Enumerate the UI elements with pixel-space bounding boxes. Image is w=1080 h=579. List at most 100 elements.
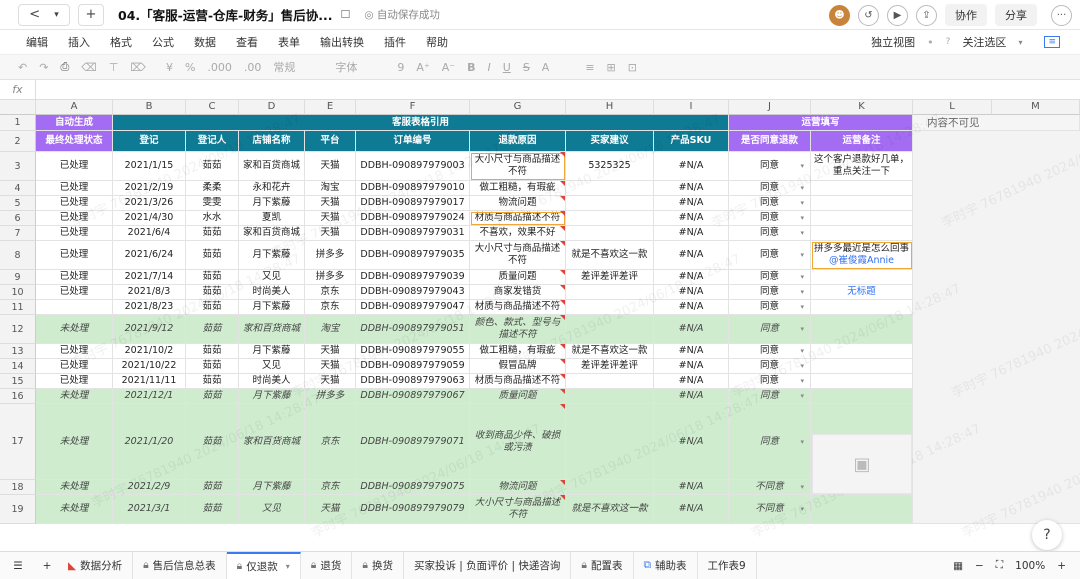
column-header[interactable]: E (305, 100, 356, 115)
table-cell[interactable]: 就是不喜欢这一款 (566, 495, 654, 524)
table-cell[interactable]: 茹茹 (186, 374, 239, 389)
column-header[interactable]: C (186, 100, 239, 115)
table-cell[interactable]: 2021/8/3 (113, 285, 186, 300)
paint-format-icon[interactable]: ⊤ (109, 61, 119, 74)
table-cell[interactable]: 大小尺寸与商品描述不符 (470, 241, 566, 270)
print-icon[interactable]: ⎙ (60, 60, 69, 74)
table-cell[interactable]: 京东 (305, 300, 356, 315)
table-cell[interactable]: #N/A (654, 344, 729, 359)
column-header[interactable]: J (729, 100, 811, 115)
undo-icon[interactable]: ↶ (18, 61, 27, 74)
menu-help[interactable]: 帮助 (426, 34, 448, 50)
table-cell[interactable]: 已处理 (36, 285, 113, 300)
fit-icon[interactable]: ⛶ (996, 559, 1003, 572)
table-cell[interactable]: 同意 ▾ (729, 226, 811, 241)
menu-convert[interactable]: 输出转换 (320, 34, 364, 50)
formula-input[interactable] (36, 80, 1080, 99)
table-cell[interactable]: 差评差评差评 (566, 270, 654, 285)
number-format-select[interactable]: 常规 (273, 59, 323, 75)
table-cell[interactable]: 月下紫藤 (239, 480, 305, 495)
row-header[interactable]: 16 (0, 389, 36, 404)
table-cell[interactable]: 夏凯 (239, 211, 305, 226)
align-icon[interactable]: ≡ (585, 61, 594, 74)
menu-edit[interactable]: 编辑 (26, 34, 48, 50)
table-cell[interactable] (566, 226, 654, 241)
help-button[interactable]: ? (1032, 520, 1062, 550)
table-cell[interactable]: 2021/3/1 (113, 495, 186, 524)
table-cell[interactable]: 淘宝 (305, 315, 356, 344)
currency-icon[interactable]: ¥ (166, 61, 173, 74)
italic-icon[interactable]: I (488, 61, 491, 74)
table-cell[interactable]: 又见 (239, 495, 305, 524)
table-cell[interactable]: 质量问题 (470, 389, 566, 404)
menu-insert[interactable]: 插入 (68, 34, 90, 50)
row-header[interactable]: 10 (0, 285, 36, 300)
table-cell[interactable]: DDBH-090897979035 (356, 241, 470, 270)
table-cell[interactable]: 茹茹 (186, 359, 239, 374)
view-mode-icon[interactable]: ▦ (953, 560, 963, 572)
more-button[interactable]: ··· (1051, 4, 1072, 26)
dropdown-arrow-icon[interactable]: ▾ (800, 212, 804, 224)
tab-config[interactable]: 🔒︎ 配置表 (571, 551, 634, 579)
table-cell[interactable]: DDBH-090897979067 (356, 389, 470, 404)
table-cell[interactable] (566, 211, 654, 226)
history-icon[interactable]: ↺ (858, 4, 879, 26)
decimal-inc-icon[interactable]: .000 (207, 61, 232, 74)
table-cell[interactable]: 京东 (305, 404, 356, 480)
table-cell[interactable]: 就是不喜欢这一款 (566, 344, 654, 359)
bold-icon[interactable]: B (467, 61, 475, 74)
row-header[interactable]: 1 (0, 115, 36, 131)
dropdown-arrow-icon[interactable]: ▾ (800, 481, 804, 493)
eraser-icon[interactable]: ⌦ (130, 61, 146, 74)
dropdown-arrow-icon[interactable]: ▾ (800, 375, 804, 387)
table-cell[interactable] (811, 359, 913, 374)
table-cell[interactable]: 未处理 (36, 404, 113, 480)
table-cell[interactable]: 茹茹 (186, 495, 239, 524)
font-grow-icon[interactable]: A⁺ (416, 61, 429, 74)
column-header[interactable]: K (811, 100, 913, 115)
table-cell[interactable] (566, 389, 654, 404)
table-cell[interactable]: 同意 ▾ (729, 270, 811, 285)
table-cell[interactable] (566, 196, 654, 211)
table-cell[interactable]: 2021/7/14 (113, 270, 186, 285)
table-cell[interactable]: 茹茹 (186, 315, 239, 344)
clear-format-icon[interactable]: ⌫ (81, 61, 97, 74)
tab-sheet9[interactable]: 工作表9 (698, 551, 757, 579)
redo-icon[interactable]: ↷ (39, 61, 48, 74)
table-cell[interactable]: #N/A (654, 495, 729, 524)
table-cell[interactable]: 差评差评差评 (566, 359, 654, 374)
independent-view-toggle[interactable]: 独立视图 (871, 34, 915, 50)
table-cell[interactable]: #N/A (654, 374, 729, 389)
table-cell[interactable]: 京东 (305, 480, 356, 495)
table-cell[interactable] (811, 181, 913, 196)
table-cell[interactable]: 不同意 ▾ (729, 480, 811, 495)
menu-plugins[interactable]: 插件 (384, 34, 406, 50)
column-header[interactable]: M (992, 100, 1080, 115)
tab-complaints[interactable]: 买家投诉 | 负面评价 | 快递咨询 (404, 551, 572, 579)
table-cell[interactable]: #N/A (654, 359, 729, 374)
table-cell[interactable]: DDBH-090897979031 (356, 226, 470, 241)
dropdown-arrow-icon[interactable]: ▾ (800, 197, 804, 209)
row-header[interactable]: 2 (0, 131, 36, 152)
table-cell[interactable]: 已处理 (36, 374, 113, 389)
tab-exchange[interactable]: 🔒︎ 换货 (352, 551, 404, 579)
tab-after-sales-summary[interactable]: 🔒︎ 售后信息总表 (133, 551, 227, 579)
dropdown-arrow-icon[interactable]: ▾ (800, 271, 804, 283)
row-header[interactable]: 9 (0, 270, 36, 285)
cell-image[interactable]: ▣ (812, 434, 912, 494)
dropdown-arrow-icon[interactable]: ▾ (800, 227, 804, 239)
table-cell[interactable] (811, 270, 913, 285)
table-cell[interactable] (811, 226, 913, 241)
font-shrink-icon[interactable]: A⁻ (442, 61, 455, 74)
underline-icon[interactable]: U (503, 61, 511, 74)
screen-share-icon[interactable]: ⇪ (916, 4, 937, 26)
table-cell[interactable]: 家和百货商城 (239, 152, 305, 181)
row-header[interactable]: 4 (0, 181, 36, 196)
help-hint-icon[interactable]: ? (946, 37, 951, 47)
table-cell[interactable] (36, 300, 113, 315)
nav-back-button[interactable]: < ▾ (18, 3, 70, 26)
menu-form[interactable]: 表单 (278, 34, 300, 50)
table-cell[interactable]: 同意 ▾ (729, 404, 811, 480)
table-cell[interactable]: 2021/11/11 (113, 374, 186, 389)
table-cell[interactable]: #N/A (654, 181, 729, 196)
